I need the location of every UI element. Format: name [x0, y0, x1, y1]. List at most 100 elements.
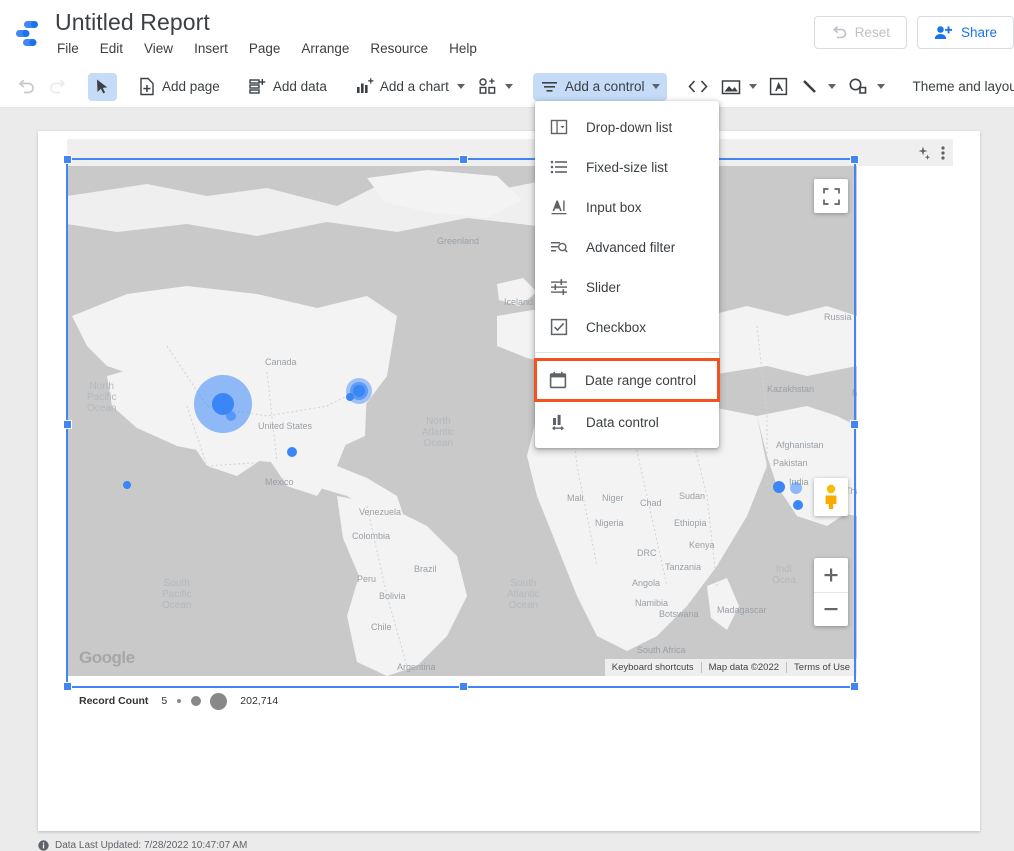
- community-viz-icon: [478, 77, 497, 96]
- page-add-icon: [138, 77, 156, 96]
- menu-help[interactable]: Help: [449, 41, 477, 56]
- map-data-text: Map data ©2022: [708, 662, 780, 673]
- map-country-label: Iceland: [504, 297, 534, 307]
- info-icon: [38, 840, 49, 851]
- text-box-button[interactable]: [763, 73, 794, 101]
- zoom-controls[interactable]: [814, 558, 848, 626]
- map-country-label: United States: [258, 421, 313, 431]
- map-data-bubble[interactable]: [353, 385, 365, 397]
- redo-button[interactable]: [42, 73, 74, 101]
- menu-item-label: Data control: [586, 414, 659, 430]
- map-country-label: Nigeria: [595, 518, 624, 528]
- map-ocean-label: North Pacific Ocean: [87, 381, 117, 414]
- chevron-down-icon[interactable]: [504, 84, 513, 89]
- menu-view[interactable]: View: [144, 41, 173, 56]
- data-last-updated-note: Data Last Updated: 7/28/2022 10:47:07 AM: [38, 840, 247, 851]
- fixed-size-list-icon: [549, 157, 569, 177]
- add-control-button[interactable]: Add a control: [532, 72, 668, 101]
- reset-button[interactable]: Reset: [813, 16, 907, 49]
- menu-item-date-range-control[interactable]: Date range control: [534, 358, 720, 402]
- plus-icon: [823, 567, 839, 583]
- map-country-label: Tanzania: [665, 562, 702, 572]
- text-box-icon: [769, 77, 788, 96]
- line-button[interactable]: [794, 73, 842, 101]
- reset-label: Reset: [854, 25, 890, 40]
- fullscreen-icon: [822, 187, 840, 205]
- undo-icon: [16, 78, 36, 96]
- theme-label: Theme and layout: [912, 79, 1014, 94]
- menu-item-label: Advanced filter: [586, 239, 676, 255]
- add-page-button[interactable]: Add page: [131, 73, 227, 101]
- chevron-down-icon[interactable]: [749, 84, 758, 89]
- header-actions: Reset Share: [813, 16, 1014, 49]
- menu-divider: [535, 352, 719, 353]
- menu-item-checkbox[interactable]: Checkbox: [535, 307, 719, 347]
- footer-text: Data Last Updated: 7/28/2022 10:47:07 AM: [55, 840, 248, 851]
- map-data-bubble[interactable]: [346, 393, 354, 401]
- chevron-down-icon[interactable]: [828, 84, 837, 89]
- map-data-bubble[interactable]: [226, 411, 236, 421]
- report-title[interactable]: Untitled Report: [55, 9, 210, 36]
- auto-style-icon[interactable]: [917, 146, 931, 160]
- map-ocean-label: North Atlantic Ocean: [422, 416, 455, 449]
- chevron-down-icon[interactable]: [652, 84, 661, 89]
- map-data-bubble[interactable]: [773, 481, 785, 493]
- street-view-pegman-button[interactable]: [814, 478, 848, 516]
- terms-of-use-link[interactable]: Terms of Use: [787, 659, 857, 676]
- map-country-label: Peru: [357, 574, 377, 584]
- menu-arrange[interactable]: Arrange: [301, 41, 349, 56]
- map-country-label: Chile: [371, 622, 392, 632]
- chevron-down-icon[interactable]: [456, 84, 465, 89]
- image-button[interactable]: [715, 73, 763, 101]
- chevron-down-icon[interactable]: [877, 84, 886, 89]
- more-vert-icon[interactable]: [941, 145, 945, 161]
- keyboard-shortcuts-link[interactable]: Keyboard shortcuts: [605, 659, 701, 676]
- add-chart-button[interactable]: Add a chart: [348, 73, 472, 101]
- main-toolbar: Add page Add data Add a chart Add a cont…: [0, 66, 1014, 108]
- image-icon: [721, 78, 741, 96]
- map-country-label: Chad: [640, 498, 662, 508]
- add-data-button[interactable]: Add data: [241, 73, 334, 101]
- add-control-menu[interactable]: Drop-down list Fixed-size list Input box: [534, 101, 720, 448]
- map-country-label: Brazil: [414, 564, 437, 574]
- embed-code-icon: [687, 78, 709, 95]
- shape-button[interactable]: [842, 73, 891, 101]
- menu-edit[interactable]: Edit: [100, 41, 123, 56]
- menu-item-fixed-size-list[interactable]: Fixed-size list: [535, 147, 719, 187]
- menu-resource[interactable]: Resource: [370, 41, 428, 56]
- menu-item-label: Drop-down list: [586, 119, 673, 135]
- share-button[interactable]: Share: [916, 16, 1014, 49]
- redo-icon: [48, 78, 68, 96]
- menu-insert[interactable]: Insert: [194, 41, 228, 56]
- map-country-label: Mexico: [265, 477, 294, 487]
- embed-code-button[interactable]: [681, 73, 715, 101]
- legend-min-value: 5: [161, 695, 168, 707]
- map-data-bubble[interactable]: [793, 500, 803, 510]
- menu-item-advanced-filter[interactable]: Advanced filter: [535, 227, 719, 267]
- legend-bubble-sm: [191, 696, 202, 706]
- data-control-icon: [549, 412, 569, 432]
- street-view-pegman-icon: [822, 484, 840, 510]
- report-canvas[interactable]: North Pacific Ocean North Atlantic Ocean Sou…: [38, 131, 980, 831]
- menu-page[interactable]: Page: [249, 41, 281, 56]
- map-data-bubble[interactable]: [123, 481, 131, 489]
- map-data-bubble[interactable]: [287, 447, 297, 457]
- menu-item-slider[interactable]: Slider: [535, 267, 719, 307]
- select-tool-button[interactable]: [88, 72, 117, 101]
- menu-file[interactable]: File: [57, 41, 79, 56]
- zoom-out-button[interactable]: [814, 593, 848, 626]
- geo-map-chart[interactable]: North Pacific Ocean North Atlantic Ocean Sou…: [67, 166, 857, 676]
- legend-bubble-lg: [210, 692, 228, 710]
- map-data-bubble[interactable]: [790, 482, 802, 494]
- menu-item-label: Slider: [586, 279, 621, 295]
- community-viz-button[interactable]: [472, 73, 519, 101]
- menu-item-input-box[interactable]: Input box: [535, 187, 719, 227]
- menu-item-drop-down-list[interactable]: Drop-down list: [535, 107, 719, 147]
- fullscreen-button[interactable]: [814, 179, 848, 213]
- undo-button[interactable]: [10, 73, 42, 101]
- zoom-in-button[interactable]: [814, 559, 848, 593]
- map-country-label: Pakistan: [773, 458, 808, 468]
- theme-and-layout-button[interactable]: Theme and layout: [905, 73, 1014, 101]
- menu-item-data-control[interactable]: Data control: [535, 402, 719, 442]
- minus-icon: [823, 601, 839, 617]
